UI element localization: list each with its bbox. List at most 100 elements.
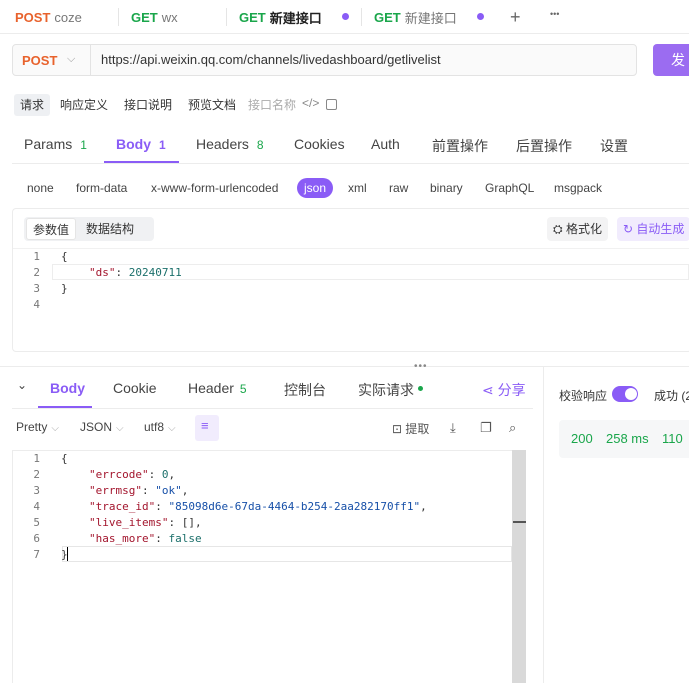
copy-icon[interactable]: ❐ [480,420,492,436]
collapse-chevron-icon[interactable]: ⌄ [17,378,27,392]
unsaved-dot-icon [342,13,349,20]
code-icon[interactable]: </> [302,96,319,110]
line-number: 2 [33,468,40,481]
body-type-graphql[interactable]: GraphQL [485,178,534,198]
json-sep: , [194,516,202,529]
url-input[interactable]: https://api.weixin.qq.com/channels/lived… [101,45,441,75]
request-tab-new-active[interactable]: GET 新建接口 [239,0,322,34]
tab-divider [361,8,362,26]
extract-label: 提取 [405,422,430,436]
download-icon[interactable]: ⤓ [450,420,456,436]
auto-generate-button[interactable]: ↻ 自动生成 [617,217,689,241]
validate-response-label: 校验响应 [559,389,608,403]
code-line: "live_items": [], [89,516,202,529]
tab-settings[interactable]: 设置 [600,136,628,156]
body-type-form-data[interactable]: form-data [76,178,127,198]
view-select[interactable]: Pretty ⌵ [16,420,59,434]
vertical-scrollbar[interactable] [512,450,526,683]
tab-params[interactable]: Params 1 [24,136,87,152]
json-colon: : [115,266,129,279]
unsaved-dot-icon [477,13,484,20]
request-tab-new[interactable]: GET 新建接口 [374,0,457,34]
response-tab-header[interactable]: Header 5 [188,380,247,396]
encoding-value: utf8 [144,420,165,434]
tab-divider [226,8,227,26]
api-name-input[interactable]: 接口名称 [242,94,302,116]
format-button[interactable]: ⛭ 格式化 [547,217,608,241]
body-type-binary[interactable]: binary [430,178,463,198]
extract-button[interactable]: ⊡ 提取 [392,420,429,437]
chevron-down-icon: ⌵ [67,53,76,65]
chevron-down-icon: ⌵ [116,423,124,434]
line-number: 4 [33,298,40,311]
request-tab-wx[interactable]: GET wx [131,0,178,34]
tab-method: GET [239,9,266,25]
tab-divider [118,8,119,26]
response-tab-actual-request[interactable]: 实际请求 [358,380,414,400]
mode-schema[interactable]: 数据结构 [80,218,140,240]
tab-divider-line [12,408,533,409]
json-sep: , [420,500,427,513]
method-select[interactable]: POST ⌵ [13,45,91,75]
line-number: 1 [33,250,40,263]
send-button[interactable]: 发 [653,44,689,76]
text-caret [67,547,68,561]
subtab-api-doc[interactable]: 接口说明 [118,94,178,116]
body-type-urlencoded[interactable]: x-www-form-urlencoded [151,178,278,198]
format-value: JSON [80,420,113,434]
code-line: "errmsg": "ok", [89,484,189,497]
request-body-editor[interactable]: 参数值 数据结构 ⛭ 格式化 ↻ 自动生成 [12,208,689,352]
chevron-down-icon: ⌵ [168,423,176,434]
tab-pre-ops[interactable]: 前置操作 [432,136,488,156]
body-type-json[interactable]: json [297,178,334,198]
line-number: 3 [33,282,40,295]
tab-count: 8 [256,138,264,152]
response-tab-body[interactable]: Body [50,380,85,396]
format-select[interactable]: JSON ⌵ [80,420,124,434]
subtab-request[interactable]: 请求 [14,94,51,116]
body-type-raw[interactable]: raw [389,178,408,198]
line-number: 6 [33,532,40,545]
response-tab-cookie[interactable]: Cookie [113,380,157,396]
body-type-xml[interactable]: xml [348,178,367,198]
response-time: 258 ms [606,431,649,446]
panel-layout-icon[interactable] [326,99,337,110]
tab-body[interactable]: Body 1 [116,136,166,152]
url-bar: POST ⌵ https://api.weixin.qq.com/channel… [12,44,637,76]
status-dot-icon [418,386,423,391]
tab-label: Params [24,136,73,152]
drag-handle-icon[interactable]: ••• [414,361,428,372]
json-value: 20240711 [128,266,182,279]
request-tab-bar: POST coze GET wx GET 新建接口 GET 新建接口 + ••• [0,0,689,34]
tab-title: 新建接口 [269,10,322,26]
share-button[interactable]: ⋖ 分享 [482,380,526,400]
add-tab-button[interactable]: + [510,0,521,34]
json-key: "errcode" [89,468,149,481]
json-key: "trace_id" [89,500,156,513]
json-key: "errmsg" [89,484,142,497]
auto-generate-label: 自动生成 [636,222,685,236]
refresh-icon: ↻ [623,222,634,236]
response-tab-console[interactable]: 控制台 [284,380,326,400]
code-line: "ds": 20240711 [89,266,182,279]
scrollbar-marker [513,521,526,523]
tab-count: 5 [239,382,247,396]
response-summary-panel [543,367,689,683]
body-type-none[interactable]: none [27,178,54,198]
wrap-lines-button[interactable]: ≡ [195,415,219,441]
request-tab-coze[interactable]: POST coze [15,0,82,34]
body-type-msgpack[interactable]: msgpack [554,178,602,198]
more-tabs-button[interactable]: ••• [550,0,559,31]
tab-headers[interactable]: Headers 8 [196,136,264,152]
tab-cookies[interactable]: Cookies [294,136,345,152]
subtab-response-def[interactable]: 响应定义 [54,94,114,116]
code-brace: } [61,282,68,295]
format-label: 格式化 [565,222,602,236]
tab-auth[interactable]: Auth [371,136,400,152]
json-value: [] [181,516,195,529]
tab-post-ops[interactable]: 后置操作 [516,136,572,156]
mode-values[interactable]: 参数值 [26,218,77,240]
subtab-preview-doc[interactable]: 预览文档 [182,94,242,116]
search-icon[interactable]: ⌕ [509,420,516,436]
encoding-select[interactable]: utf8 ⌵ [144,420,176,434]
